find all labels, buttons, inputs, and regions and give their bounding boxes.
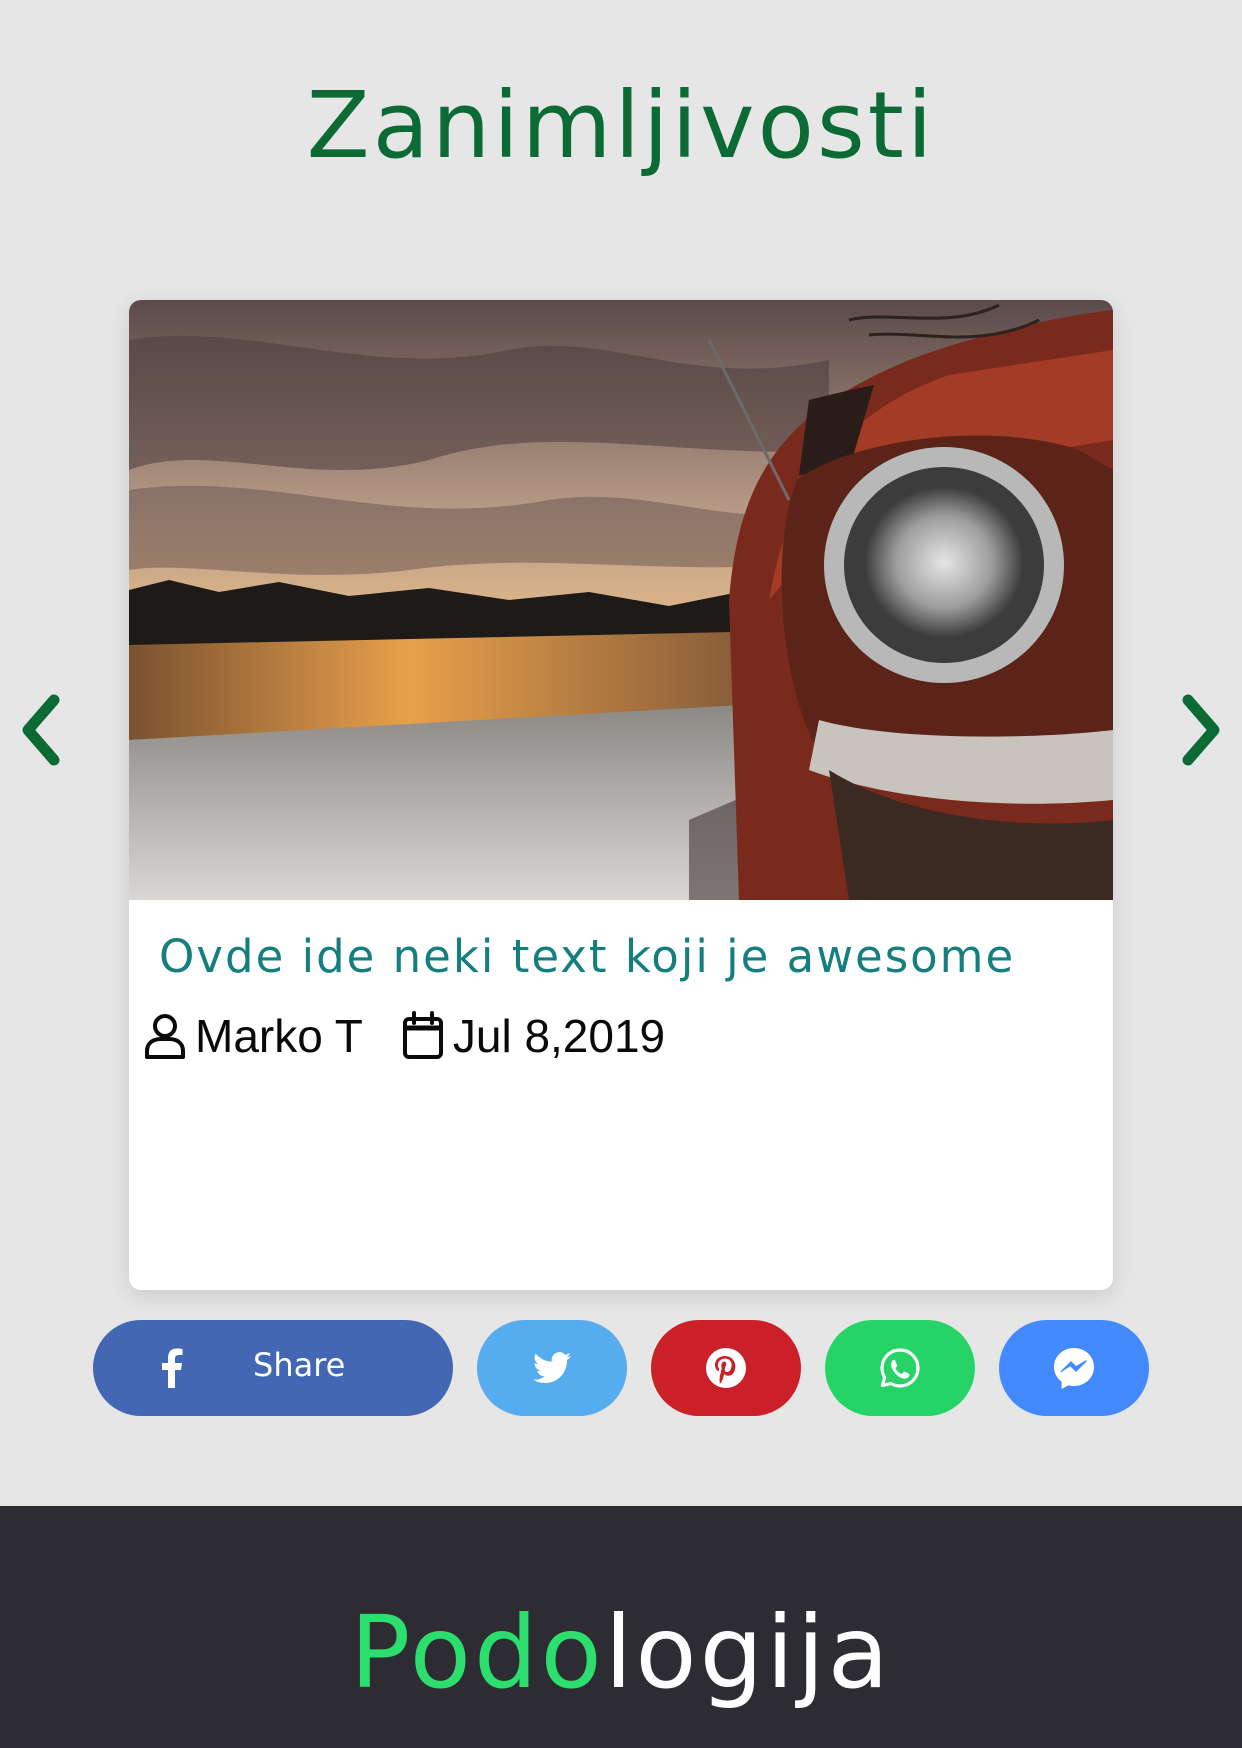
chevron-left-icon [22, 694, 60, 766]
user-icon [145, 1014, 185, 1059]
carousel-next-button[interactable] [1166, 690, 1236, 770]
chevron-right-icon [1182, 694, 1220, 766]
whatsapp-icon [880, 1348, 920, 1388]
section-title: Zanimljivosti [306, 72, 936, 179]
facebook-share-button[interactable]: Share [93, 1320, 453, 1416]
carousel-prev-button[interactable] [6, 690, 76, 770]
article-card[interactable]: Ovde ide neki text koji je awesome Marko… [129, 300, 1113, 1290]
facebook-icon [162, 1348, 183, 1388]
twitter-icon [533, 1352, 571, 1384]
twitter-share-button[interactable] [477, 1320, 627, 1416]
share-bar: Share [0, 1320, 1242, 1416]
pinterest-share-button[interactable] [651, 1320, 801, 1416]
calendar-icon [402, 1011, 443, 1059]
facebook-share-label: Share [253, 1346, 346, 1384]
messenger-share-button[interactable] [999, 1320, 1149, 1416]
post-date: Jul 8,2019 [452, 1010, 666, 1062]
whatsapp-share-button[interactable] [825, 1320, 975, 1416]
article-title[interactable]: Ovde ide neki text koji je awesome [159, 930, 1015, 983]
messenger-icon [1054, 1348, 1094, 1389]
footer-logo[interactable]: Podologija [0, 1594, 1242, 1711]
footer: Podologija [0, 1506, 1242, 1748]
date-meta: Jul 8,2019 [401, 1009, 665, 1063]
author-meta: Marko T [143, 1009, 363, 1063]
logo-part-white: logija [604, 1594, 892, 1711]
logo-part-green: Podo [350, 1594, 605, 1711]
author-name: Marko T [195, 1010, 363, 1062]
article-image[interactable] [129, 300, 1113, 900]
article-meta: Marko T Jul 8,2019 [143, 1006, 665, 1066]
pinterest-icon [706, 1348, 746, 1388]
